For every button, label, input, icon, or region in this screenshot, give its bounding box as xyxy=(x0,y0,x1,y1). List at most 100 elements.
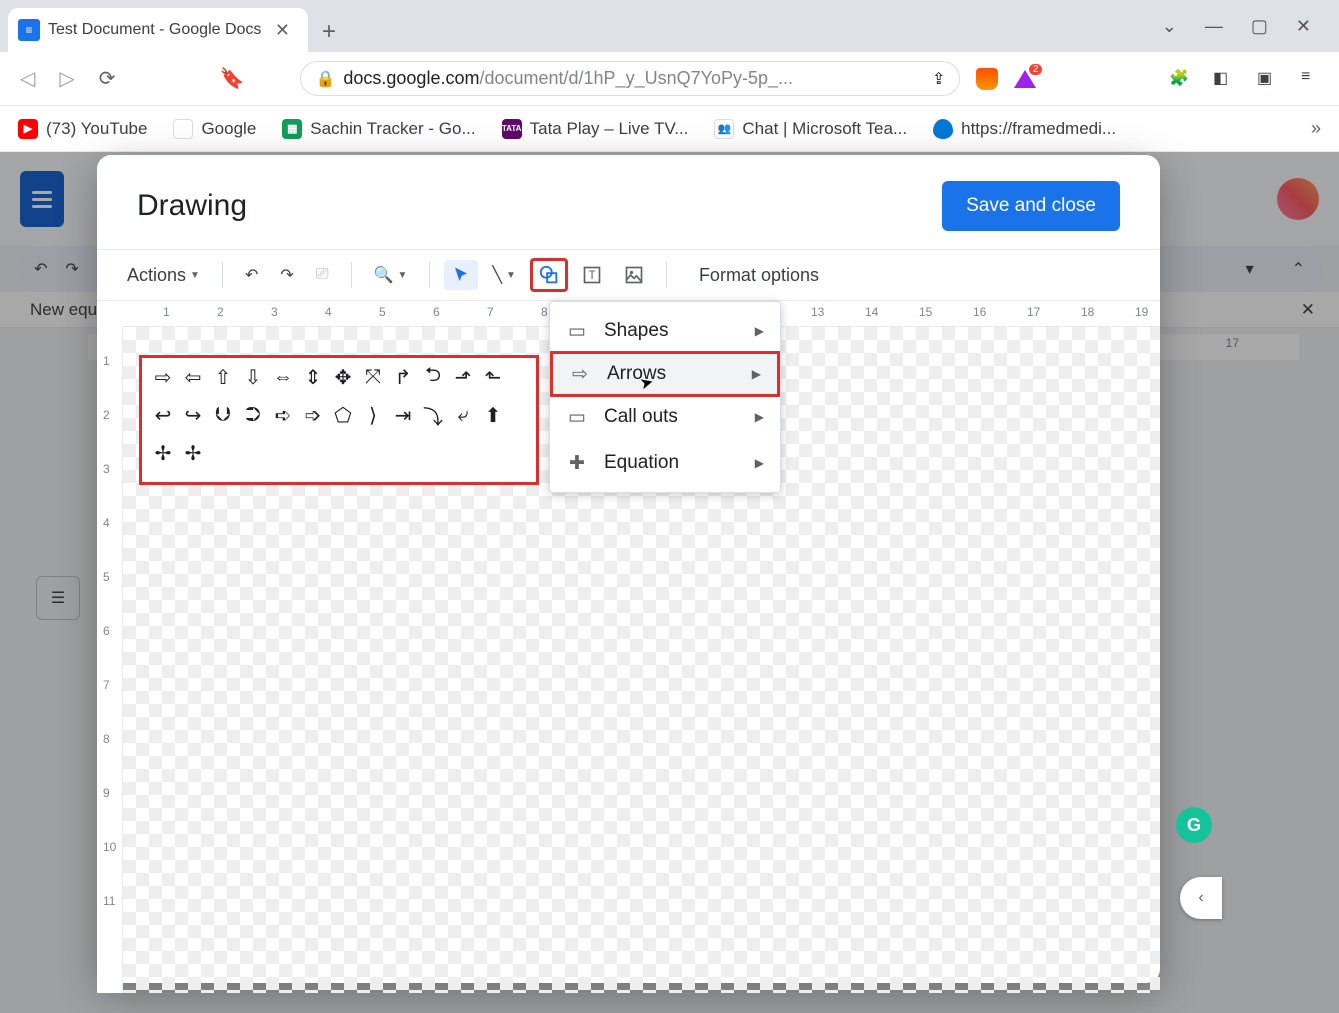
arrow-shape-option[interactable]: ⇥ xyxy=(390,402,416,428)
arrow-shape-option[interactable]: ⇕ xyxy=(300,364,326,390)
zoom-button[interactable]: 🔍 ▼ xyxy=(366,259,416,291)
arrow-shape-option[interactable]: ⮋ xyxy=(210,402,236,428)
shape-tool[interactable] xyxy=(530,258,568,292)
ruler-tick: 6 xyxy=(433,305,440,319)
arrow-shape-option[interactable]: ✥ xyxy=(330,364,356,390)
save-and-close-button[interactable]: Save and close xyxy=(942,181,1120,231)
window-controls: ⌄ — ▢ ✕ xyxy=(1162,0,1339,52)
arrow-shape-option[interactable]: ✢ xyxy=(180,440,206,466)
rewards-icon[interactable]: 2 xyxy=(1014,70,1036,88)
new-tab-button[interactable]: + xyxy=(308,18,352,52)
bookmarks-overflow-button[interactable]: » xyxy=(1311,118,1321,139)
arrow-shape-option[interactable]: ↱ xyxy=(390,364,416,390)
docs-logo-icon[interactable] xyxy=(20,171,64,227)
extensions-icon[interactable]: 🧩 xyxy=(1169,68,1191,90)
format-options-button[interactable]: Format options xyxy=(699,265,819,286)
line-tool[interactable]: ╲ ▼ xyxy=(484,259,524,291)
arrow-shape-option[interactable]: ⤵ xyxy=(420,402,446,428)
undo-button[interactable]: ↶ xyxy=(237,259,266,291)
arrow-shape-option[interactable]: ↩ xyxy=(150,402,176,428)
share-icon[interactable]: ⇪ xyxy=(932,69,945,89)
close-equation-bar-button[interactable]: ✕ xyxy=(1301,300,1315,320)
ruler-tick: 4 xyxy=(103,516,110,530)
lock-icon: 🔒 xyxy=(315,69,335,89)
arrow-shape-option[interactable]: ➩ xyxy=(300,402,326,428)
brave-shields-icon[interactable] xyxy=(976,68,998,90)
arrow-shape-option[interactable]: ⟩ xyxy=(360,402,386,428)
bookmark-item[interactable]: https://framedmedi... xyxy=(933,119,1116,139)
arrow-shape-option[interactable]: ⤧ xyxy=(360,364,386,390)
close-window-button[interactable]: ✕ xyxy=(1296,16,1311,37)
tab-close-button[interactable]: ✕ xyxy=(271,16,294,45)
bookmark-item[interactable]: TATATata Play – Live TV... xyxy=(502,119,689,139)
redo-button[interactable]: ↷ xyxy=(65,259,78,279)
undo-button[interactable]: ↶ xyxy=(34,259,47,279)
shape-menu-item-arrows[interactable]: ⇨Arrows▶ xyxy=(550,351,780,397)
menu-item-icon: ✚ xyxy=(566,452,588,474)
drawing-toolbar: Actions ▼ ↶ ↷ ⎚ 🔍 ▼ ╲ ▼ T Format options xyxy=(97,249,1160,301)
arrow-shape-option[interactable]: ⇔ xyxy=(270,364,296,390)
active-tab[interactable]: ≡ Test Document - Google Docs ✕ xyxy=(8,8,308,52)
menu-icon[interactable]: ≡ xyxy=(1301,68,1323,90)
document-outline-button[interactable]: ☰ xyxy=(36,576,80,620)
submenu-arrow-icon: ▶ xyxy=(755,324,764,338)
arrow-shape-option[interactable]: ✢ xyxy=(150,440,176,466)
ruler-tick: 19 xyxy=(1135,305,1148,319)
arrow-shape-option[interactable]: ➪ xyxy=(270,402,296,428)
arrow-shape-option[interactable]: ⇦ xyxy=(180,364,206,390)
minimize-button[interactable]: — xyxy=(1205,16,1223,37)
nav-forward-button[interactable]: ▷ xyxy=(55,62,78,95)
shape-menu-item-call-outs[interactable]: ▭Call outs▶ xyxy=(550,394,780,440)
ruler-tick: 7 xyxy=(103,678,110,692)
submenu-arrow-icon: ▶ xyxy=(752,367,761,381)
wallet-icon[interactable]: ▣ xyxy=(1257,68,1279,90)
menu-item-label: Equation xyxy=(604,452,679,474)
bookmark-label: Tata Play – Live TV... xyxy=(530,119,689,139)
nav-back-button[interactable]: ◁ xyxy=(16,62,39,95)
arrow-shape-option[interactable]: ⤶ xyxy=(450,402,476,428)
account-avatar[interactable] xyxy=(1277,178,1319,220)
url-field[interactable]: 🔒 docs.google.com/document/d/1hP_y_UsnQ7… xyxy=(300,61,960,96)
shape-menu-item-equation[interactable]: ✚ Equation ▶ xyxy=(550,440,780,486)
arrow-shape-option[interactable]: ⬆ xyxy=(480,402,506,428)
bookmark-item[interactable]: ▶(73) YouTube xyxy=(18,119,147,139)
arrow-shape-option[interactable]: ⇩ xyxy=(240,364,266,390)
arrow-shape-option[interactable]: ⇨ xyxy=(150,364,176,390)
editing-dropdown[interactable]: ▾ xyxy=(1246,259,1254,279)
image-tool[interactable] xyxy=(616,259,652,291)
reload-button[interactable]: ⟳ xyxy=(95,62,120,95)
shape-dropdown-menu: ▭Shapes▶⇨Arrows▶▭Call outs▶✚Equation▶ xyxy=(549,301,781,493)
paint-format-button[interactable]: ⎚ xyxy=(308,260,337,290)
tabs-dropdown-icon[interactable]: ⌄ xyxy=(1162,16,1177,37)
arrow-shape-option[interactable]: ⬑ xyxy=(480,364,506,390)
arrow-shape-option[interactable]: ⬏ xyxy=(450,364,476,390)
menu-item-label: Shapes xyxy=(604,320,668,342)
ruler-tick: 5 xyxy=(103,570,110,584)
arrow-shape-option[interactable]: ⬠ xyxy=(330,402,356,428)
maximize-button[interactable]: ▢ xyxy=(1251,16,1268,37)
arrow-shape-option[interactable]: ⮌ xyxy=(420,364,446,390)
arrow-shape-option[interactable]: ↪ xyxy=(180,402,206,428)
bookmark-item[interactable]: GGoogle xyxy=(173,119,256,139)
textbox-tool[interactable]: T xyxy=(574,259,610,291)
bookmark-icon[interactable]: 🔖 xyxy=(216,62,249,95)
side-panel-toggle[interactable]: ‹ xyxy=(1180,877,1222,919)
bookmark-item[interactable]: 👥Chat | Microsoft Tea... xyxy=(714,119,907,139)
bookmark-label: https://framedmedi... xyxy=(961,119,1116,139)
select-tool[interactable] xyxy=(444,260,478,290)
equation-bar-label: New equ xyxy=(30,300,97,320)
redo-button[interactable]: ↷ xyxy=(272,259,301,291)
address-bar: ◁ ▷ ⟳ 🔖 🔒 docs.google.com/document/d/1hP… xyxy=(0,52,1339,106)
ruler-tick: 1 xyxy=(163,305,170,319)
shape-menu-item-shapes[interactable]: ▭Shapes▶ xyxy=(550,308,780,354)
ruler-tick: 5 xyxy=(379,305,386,319)
arrow-shape-option[interactable]: ⮊ xyxy=(240,402,266,428)
collapse-toolbar-button[interactable]: ⌃ xyxy=(1292,259,1305,279)
bookmark-favicon-icon xyxy=(933,119,953,139)
submenu-arrow-icon: ▶ xyxy=(755,456,764,470)
sidepanel-icon[interactable]: ◧ xyxy=(1213,68,1235,90)
arrow-shape-option[interactable]: ⇧ xyxy=(210,364,236,390)
actions-menu[interactable]: Actions ▼ xyxy=(119,259,208,292)
bookmark-item[interactable]: ▦Sachin Tracker - Go... xyxy=(282,119,475,139)
grammarly-icon[interactable]: G xyxy=(1176,807,1212,843)
